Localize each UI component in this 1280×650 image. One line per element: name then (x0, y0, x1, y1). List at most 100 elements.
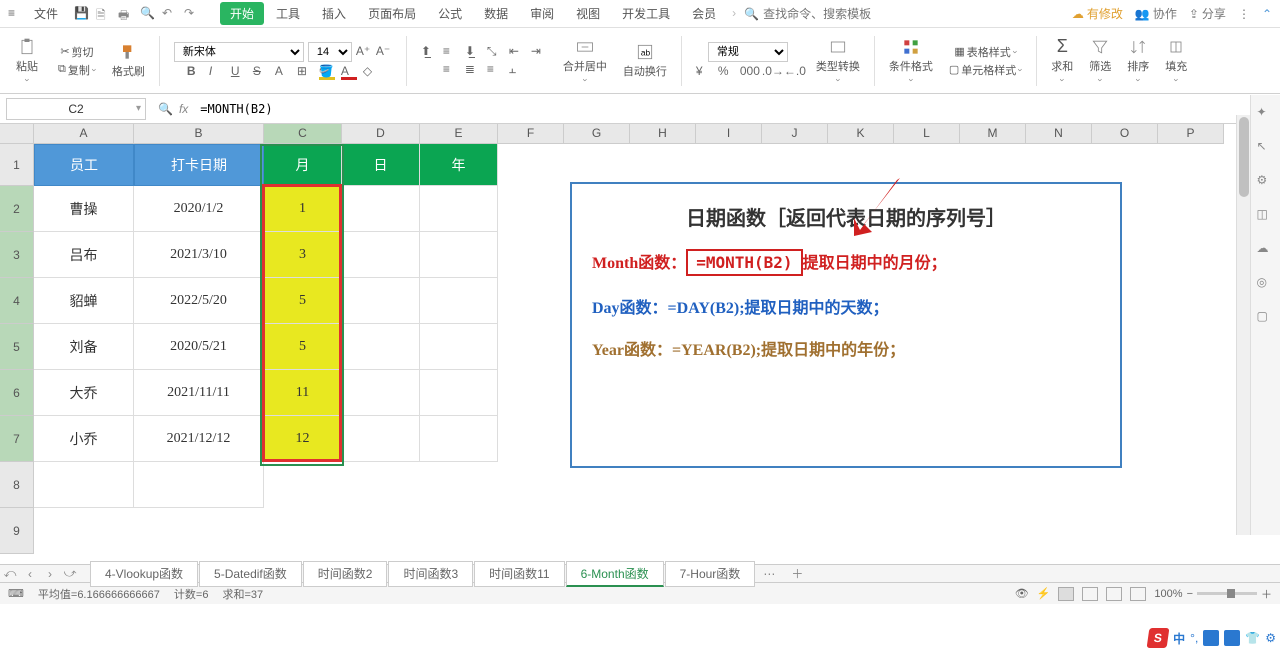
eye-icon[interactable]: 👁 (1015, 587, 1029, 600)
collapse-ribbon-icon[interactable]: ⌃ (1262, 7, 1272, 21)
sheet-tab-3[interactable]: 时间函数3 (388, 561, 473, 587)
align-right-icon[interactable]: ≡ (487, 62, 503, 78)
more-icon[interactable]: ⋮ (1238, 7, 1250, 21)
cell-style-button[interactable]: ▢单元格样式› (949, 62, 1022, 78)
increase-font-icon[interactable]: A⁺ (356, 44, 372, 60)
comma-icon[interactable]: 000 (740, 64, 756, 80)
zoom-in-icon[interactable]: ＋ (1261, 586, 1272, 602)
tab-insert[interactable]: 插入 (312, 2, 356, 25)
view-reading-icon[interactable] (1130, 587, 1146, 601)
distribute-icon[interactable]: ⫠ (509, 62, 525, 78)
number-format-select[interactable]: 常规 (708, 42, 788, 62)
cell-D3[interactable] (342, 232, 420, 278)
cell-C7[interactable]: 12 (264, 416, 342, 462)
underline-icon[interactable]: U (231, 64, 247, 80)
ime-skin-icon[interactable]: 👕 (1245, 631, 1260, 645)
orientation-icon[interactable]: ⤡ (487, 44, 503, 60)
sp-select-icon[interactable]: ↖ (1257, 139, 1275, 157)
cell-A7[interactable]: 小乔 (34, 416, 134, 462)
sheet-tab-2[interactable]: 时间函数2 (303, 561, 388, 587)
select-all-corner[interactable] (0, 124, 34, 144)
cell-B4[interactable]: 2022/5/20 (134, 278, 264, 324)
sheet-nav-first-icon[interactable]: ⤺ (0, 566, 20, 581)
save-as-icon[interactable]: 🗎 (96, 6, 112, 22)
col-header-B[interactable]: B (134, 124, 264, 144)
vertical-scrollbar[interactable] (1236, 115, 1250, 535)
zoom-slider[interactable] (1197, 592, 1257, 595)
merge-center-button[interactable]: 合并居中› (559, 35, 611, 87)
cell-B3[interactable]: 2021/3/10 (134, 232, 264, 278)
cell-C4[interactable]: 5 (264, 278, 342, 324)
col-header-E[interactable]: E (420, 124, 498, 144)
col-header-O[interactable]: O (1092, 124, 1158, 144)
cell-E1[interactable]: 年 (420, 144, 498, 186)
cell-C3[interactable]: 3 (264, 232, 342, 278)
sp-settings-icon[interactable]: ⚙ (1257, 173, 1275, 191)
sheet-tab-0[interactable]: 4-Vlookup函数 (90, 561, 198, 587)
cell-E4[interactable] (420, 278, 498, 324)
cell-E6[interactable] (420, 370, 498, 416)
sheet-tab-4[interactable]: 时间函数11 (474, 561, 564, 587)
sheet-tab-1[interactable]: 5-Datedif函数 (199, 561, 302, 587)
table-style-button[interactable]: ▦表格样式› (954, 44, 1016, 60)
cell-C1[interactable]: 月 (264, 144, 342, 186)
cell-A3[interactable]: 吕布 (34, 232, 134, 278)
sp-target-icon[interactable]: ◎ (1257, 275, 1275, 293)
col-header-I[interactable]: I (696, 124, 762, 144)
cell-B1[interactable]: 打卡日期 (134, 144, 264, 186)
row-header-2[interactable]: 2 (0, 186, 34, 232)
tab-start[interactable]: 开始 (220, 2, 264, 25)
preview-icon[interactable]: 🔍 (140, 6, 156, 22)
percent-icon[interactable]: % (718, 64, 734, 80)
file-menu[interactable]: 文件 (28, 3, 64, 24)
tab-page-layout[interactable]: 页面布局 (358, 2, 426, 25)
tab-tools[interactable]: 工具 (266, 2, 310, 25)
fill-button[interactable]: 填充› (1161, 35, 1191, 87)
cell-A6[interactable]: 大乔 (34, 370, 134, 416)
sp-screen-icon[interactable]: ▢ (1257, 309, 1275, 327)
share-link[interactable]: ⇪分享 (1189, 5, 1226, 22)
bolt-icon[interactable]: ⚡ (1037, 587, 1051, 600)
row-header-4[interactable]: 4 (0, 278, 34, 324)
changes-link[interactable]: ☁有修改 (1072, 5, 1123, 22)
cell-A2[interactable]: 曹操 (34, 186, 134, 232)
bold-icon[interactable]: B (187, 64, 203, 80)
cell-A1[interactable]: 员工 (34, 144, 134, 186)
cell-D6[interactable] (342, 370, 420, 416)
col-header-C[interactable]: C (264, 124, 342, 144)
align-center-icon[interactable]: ≣ (465, 62, 481, 78)
tab-formula[interactable]: 公式 (428, 2, 472, 25)
sheet-nav-prev-icon[interactable]: ‹ (20, 567, 40, 581)
cell-E5[interactable] (420, 324, 498, 370)
print-icon[interactable]: 🖶 (118, 6, 134, 22)
text-color-icon[interactable]: A (341, 64, 357, 80)
col-header-P[interactable]: P (1158, 124, 1224, 144)
search-input[interactable] (763, 7, 883, 21)
sheet-nav-next-icon[interactable]: › (40, 567, 60, 581)
wrap-text-button[interactable]: ab自动换行 (619, 40, 671, 81)
ime-logo-icon[interactable]: S (1147, 628, 1170, 648)
format-painter-button[interactable]: 格式刷 (108, 40, 149, 81)
align-left-icon[interactable]: ≡ (443, 62, 459, 78)
spreadsheet-grid[interactable]: ABCDEFGHIJKLMNOP 123456789 员工打卡日期月日年曹操20… (0, 124, 1280, 564)
cell-C5[interactable]: 5 (264, 324, 342, 370)
sheet-more-icon[interactable]: ⋯ (755, 564, 783, 584)
tab-view[interactable]: 视图 (566, 2, 610, 25)
row-header-5[interactable]: 5 (0, 324, 34, 370)
ime-punct-icon[interactable]: °, (1190, 631, 1198, 645)
row-header-1[interactable]: 1 (0, 144, 34, 186)
cell-C6[interactable]: 11 (264, 370, 342, 416)
col-header-F[interactable]: F (498, 124, 564, 144)
undo-icon[interactable]: ↶ (162, 6, 178, 22)
dec-decimal-icon[interactable]: ←.0 (784, 64, 800, 80)
col-header-A[interactable]: A (34, 124, 134, 144)
row-header-7[interactable]: 7 (0, 416, 34, 462)
ime-mic-icon[interactable] (1203, 630, 1219, 646)
cell-E2[interactable] (420, 186, 498, 232)
cell-E7[interactable] (420, 416, 498, 462)
cell-B8[interactable] (134, 462, 264, 508)
view-break-icon[interactable] (1106, 587, 1122, 601)
formula-input[interactable] (194, 102, 1280, 116)
align-middle-icon[interactable]: ≡ (443, 44, 459, 60)
collab-link[interactable]: 👥协作 (1135, 5, 1177, 22)
